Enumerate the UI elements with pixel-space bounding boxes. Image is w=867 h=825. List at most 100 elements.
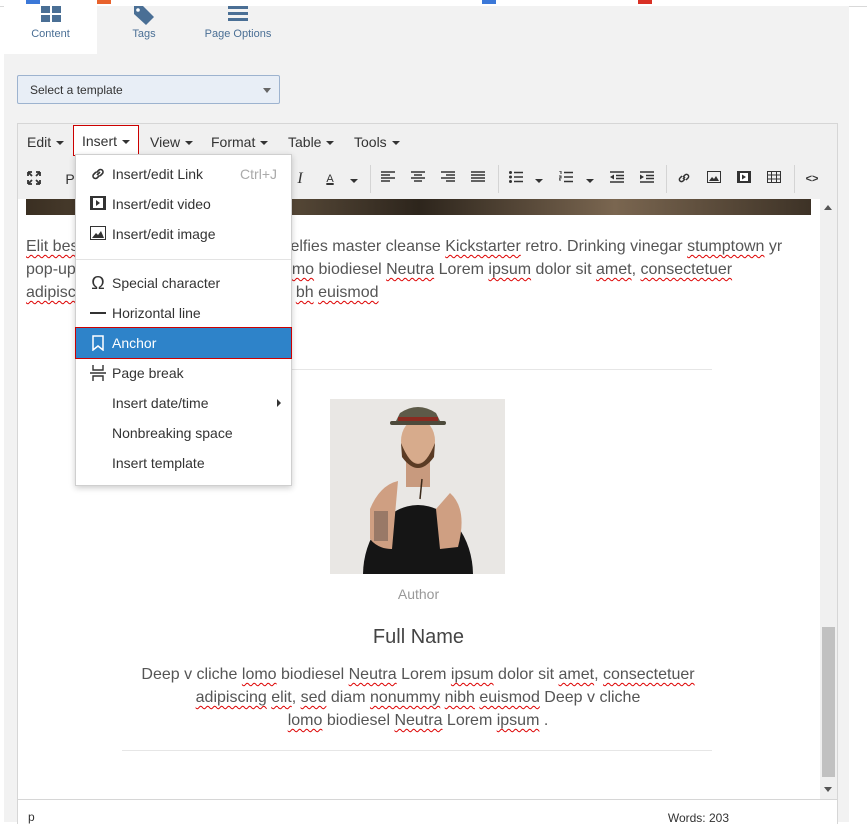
- desc-text: ipsum: [450, 666, 494, 683]
- template-select[interactable]: Select a template: [17, 75, 280, 104]
- tab-content-label: Content: [31, 28, 70, 40]
- menu-view-label: View: [150, 134, 181, 150]
- para-text: mo: [291, 261, 315, 278]
- menu-edit[interactable]: Edit: [27, 134, 65, 150]
- caret-down-icon: [326, 141, 335, 146]
- desc-text: ipsum: [496, 712, 540, 729]
- word-count: Words: 203: [667, 811, 729, 825]
- align-justify-icon[interactable]: [470, 171, 486, 187]
- menu-item-nonbreaking-space[interactable]: Nonbreaking space: [76, 418, 291, 448]
- menu-item-label: Anchor: [112, 335, 157, 351]
- para-text: Lorem: [434, 261, 489, 278]
- para-text: dolor sit: [531, 261, 596, 278]
- menu-item-anchor[interactable]: Anchor: [75, 327, 292, 359]
- menu-format-label: Format: [211, 134, 256, 150]
- para-text: Kickstarter: [445, 238, 521, 255]
- para-text: euismod: [318, 284, 379, 301]
- tab-tags-label: Tags: [132, 28, 156, 40]
- table-icon[interactable]: [766, 171, 782, 187]
- desc-text: biodiesel: [276, 666, 349, 683]
- source-code-button[interactable]: <>: [804, 171, 820, 187]
- para-text: Neutra: [386, 261, 435, 278]
- bookmark-icon: [90, 335, 106, 352]
- page-break-icon: [90, 365, 106, 381]
- fullscreen-icon[interactable]: [26, 171, 42, 187]
- video-icon[interactable]: [736, 171, 752, 187]
- menu-item-page-break[interactable]: Page break: [76, 358, 291, 388]
- insert-menu-dropdown: Insert/edit Link Ctrl+J Insert/edit vide…: [75, 154, 292, 486]
- desc-text: dolor sit: [493, 666, 559, 683]
- author-photo: [330, 399, 505, 574]
- image-icon[interactable]: [706, 171, 722, 187]
- menu-item-special-character[interactable]: Ω Special character: [76, 268, 291, 298]
- align-center-icon[interactable]: [410, 171, 426, 187]
- tab-bar: Content Tags Page Options: [4, 6, 849, 54]
- bullet-list-caret-icon[interactable]: [531, 171, 547, 187]
- align-right-icon[interactable]: [440, 171, 456, 187]
- align-left-icon[interactable]: [380, 171, 396, 187]
- desc-text: Deep v cliche: [539, 689, 641, 706]
- desc-text: diam: [326, 689, 370, 706]
- omega-icon: Ω: [91, 273, 105, 293]
- numbered-list-caret-icon[interactable]: [582, 171, 598, 187]
- para-text: selfies master cleanse: [282, 238, 446, 255]
- scroll-down-icon[interactable]: [824, 787, 832, 792]
- desc-text: adipiscing: [195, 689, 267, 706]
- desc-text: lomo: [287, 712, 323, 729]
- bullet-list-icon[interactable]: [508, 171, 524, 187]
- desc-text: ,: [594, 666, 603, 683]
- italic-button[interactable]: I: [292, 171, 308, 187]
- menu-item-label: Nonbreaking space: [112, 425, 233, 441]
- menu-tools-label: Tools: [354, 134, 387, 150]
- menu-format[interactable]: Format: [211, 134, 269, 150]
- desc-text: Neutra: [394, 712, 443, 729]
- submenu-arrow-icon: [277, 399, 281, 407]
- numbered-list-icon[interactable]: [558, 170, 574, 187]
- desc-text: euismod: [479, 689, 540, 706]
- menu-item-insert-link[interactable]: Insert/edit Link Ctrl+J: [76, 159, 291, 189]
- desc-text: .: [539, 712, 549, 729]
- video-icon: [90, 196, 106, 212]
- tab-content[interactable]: Content: [4, 6, 97, 54]
- desc-text: Lorem: [396, 666, 451, 683]
- menu-table-label: Table: [288, 134, 322, 150]
- menu-item-label: Page break: [112, 365, 184, 381]
- bookmark-icon-orange: [97, 0, 111, 4]
- tab-tags[interactable]: Tags: [99, 6, 189, 54]
- desc-text: amet: [558, 666, 595, 683]
- para-text: bh: [295, 284, 314, 301]
- vertical-scrollbar[interactable]: [820, 199, 837, 799]
- scroll-up-icon[interactable]: [824, 205, 832, 210]
- status-bar: p Words: 203: [18, 799, 837, 825]
- para-text: biodiesel: [314, 261, 387, 278]
- desc-text: Deep v cliche: [141, 666, 242, 683]
- indent-icon[interactable]: [639, 171, 655, 187]
- menu-view[interactable]: View: [150, 134, 194, 150]
- caret-down-icon: [122, 140, 131, 145]
- menu-insert[interactable]: Insert: [73, 125, 140, 156]
- menu-item-label: Insert/edit video: [112, 196, 211, 212]
- menu-item-insert-date-time[interactable]: Insert date/time: [76, 388, 291, 418]
- scrollbar-thumb[interactable]: [822, 627, 835, 777]
- link-icon[interactable]: [676, 171, 692, 187]
- para-text: consectetuer: [640, 261, 733, 278]
- menu-item-insert-video[interactable]: Insert/edit video: [76, 189, 291, 219]
- para-text: adipisc: [26, 284, 76, 301]
- horizontal-line-icon: [90, 305, 106, 321]
- menu-item-insert-template[interactable]: Insert template: [76, 448, 291, 478]
- menu-item-label: Insert date/time: [112, 395, 209, 411]
- font-color-caret-icon[interactable]: [346, 171, 362, 187]
- bookmark-icon-blue: [26, 0, 40, 4]
- outdent-icon[interactable]: [609, 171, 625, 187]
- caret-down-icon: [391, 141, 400, 146]
- link-icon: [90, 166, 106, 182]
- tab-page-options[interactable]: Page Options: [192, 6, 284, 54]
- menu-item-insert-image[interactable]: Insert/edit image: [76, 219, 291, 249]
- menu-item-label: Insert template: [112, 455, 205, 471]
- menu-item-horizontal-line[interactable]: Horizontal line: [76, 298, 291, 328]
- menu-tools[interactable]: Tools: [354, 134, 400, 150]
- menu-table[interactable]: Table: [288, 134, 335, 150]
- para-text: amet: [596, 261, 632, 278]
- font-color-button[interactable]: A: [322, 171, 338, 187]
- tab-page-options-label: Page Options: [204, 28, 272, 40]
